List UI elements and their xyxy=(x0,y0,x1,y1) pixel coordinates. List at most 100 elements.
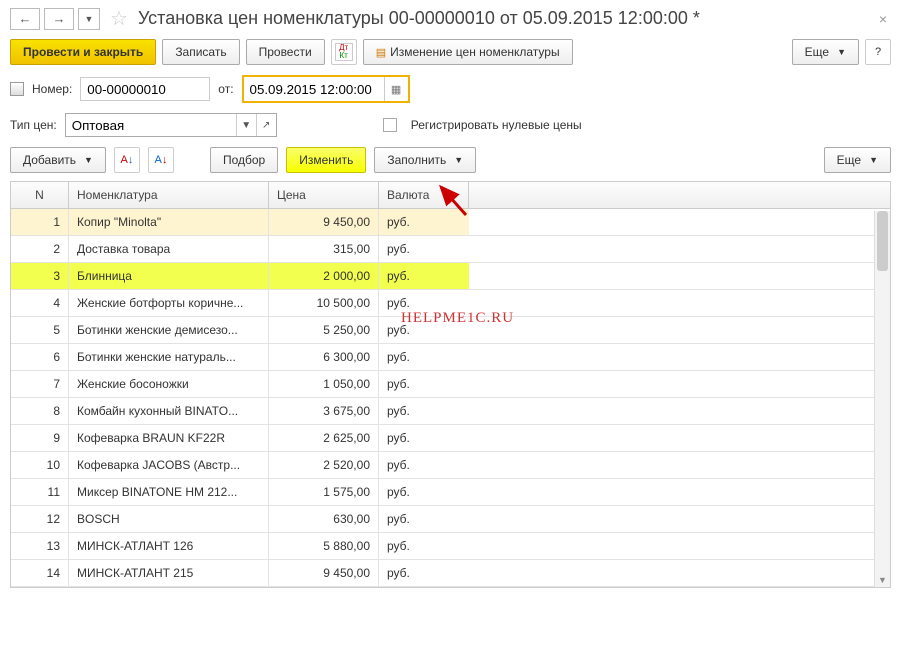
cell-price: 2 625,00 xyxy=(269,425,379,451)
table-row[interactable]: 9Кофеварка BRAUN KF22R2 625,00руб. xyxy=(11,425,890,452)
table-row[interactable]: 3Блинница2 000,00руб. xyxy=(11,263,890,290)
col-header-price[interactable]: Цена xyxy=(269,182,379,208)
cell-price: 9 450,00 xyxy=(269,209,379,235)
nav-dropdown-button[interactable]: ▼ xyxy=(78,8,100,30)
post-and-close-button[interactable]: Провести и закрыть xyxy=(10,39,156,65)
cell-price: 315,00 xyxy=(269,236,379,262)
cell-currency: руб. xyxy=(379,506,469,532)
cell-currency: руб. xyxy=(379,290,469,316)
cell-n: 1 xyxy=(11,209,69,235)
cell-currency: руб. xyxy=(379,479,469,505)
cell-price: 2 000,00 xyxy=(269,263,379,289)
cell-price: 10 500,00 xyxy=(269,290,379,316)
cell-currency: руб. xyxy=(379,317,469,343)
cell-nomenclature: Доставка товара xyxy=(69,236,269,262)
register-zero-checkbox[interactable] xyxy=(383,118,397,132)
cell-n: 4 xyxy=(11,290,69,316)
price-change-report-button[interactable]: ▤ Изменение цен номенклатуры xyxy=(363,39,573,65)
register-zero-label: Регистрировать нулевые цены xyxy=(411,118,582,132)
number-input[interactable] xyxy=(80,77,210,101)
sort-desc-button[interactable]: A↓ xyxy=(148,147,174,173)
select-button[interactable]: Подбор xyxy=(210,147,278,173)
number-label: Номер: xyxy=(32,82,72,96)
col-header-nomenclature[interactable]: Номенклатура xyxy=(69,182,269,208)
cell-currency: руб. xyxy=(379,209,469,235)
cell-nomenclature: МИНСК-АТЛАНТ 215 xyxy=(69,560,269,586)
table-row[interactable]: 13МИНСК-АТЛАНТ 1265 880,00руб. xyxy=(11,533,890,560)
cell-n: 11 xyxy=(11,479,69,505)
cell-currency: руб. xyxy=(379,560,469,586)
combo-open-button[interactable]: ↗ xyxy=(256,114,276,136)
date-picker-button[interactable]: ▦ xyxy=(384,77,408,101)
cell-n: 12 xyxy=(11,506,69,532)
table-row[interactable]: 10Кофеварка JACOBS (Австр...2 520,00руб. xyxy=(11,452,890,479)
debit-credit-button[interactable]: ДтКт xyxy=(331,39,357,65)
nav-back-button[interactable]: ← xyxy=(10,8,40,30)
vertical-scrollbar[interactable]: ▲ ▼ xyxy=(874,211,890,587)
table-row[interactable]: 8Комбайн кухонный BINATO...3 675,00руб. xyxy=(11,398,890,425)
cell-nomenclature: Блинница xyxy=(69,263,269,289)
chevron-down-icon: ▼ xyxy=(84,155,93,165)
cell-currency: руб. xyxy=(379,425,469,451)
nav-forward-button[interactable]: → xyxy=(44,8,74,30)
table-row[interactable]: 6Ботинки женские натураль...6 300,00руб. xyxy=(11,344,890,371)
change-button[interactable]: Изменить xyxy=(286,147,366,173)
more-button[interactable]: Еще▼ xyxy=(792,39,859,65)
cell-price: 1 050,00 xyxy=(269,371,379,397)
price-table: N Номенклатура Цена Валюта 1Копир "Minol… xyxy=(10,181,891,588)
cell-nomenclature: Ботинки женские натураль... xyxy=(69,344,269,370)
col-header-n[interactable]: N xyxy=(11,182,69,208)
cell-price: 630,00 xyxy=(269,506,379,532)
cell-nomenclature: Копир "Minolta" xyxy=(69,209,269,235)
close-button[interactable]: × xyxy=(875,11,891,27)
table-row[interactable]: 5Ботинки женские демисезо...5 250,00руб. xyxy=(11,317,890,344)
add-button[interactable]: Добавить▼ xyxy=(10,147,106,173)
cell-n: 8 xyxy=(11,398,69,424)
table-row[interactable]: 7Женские босоножки1 050,00руб. xyxy=(11,371,890,398)
cell-nomenclature: Женские босоножки xyxy=(69,371,269,397)
sort-asc-button[interactable]: A↓ xyxy=(114,147,140,173)
table-row[interactable]: 1Копир "Minolta"9 450,00руб. xyxy=(11,209,890,236)
chevron-down-icon: ▼ xyxy=(454,155,463,165)
cell-n: 6 xyxy=(11,344,69,370)
price-type-combo[interactable]: ▼ ↗ xyxy=(65,113,277,137)
cell-n: 10 xyxy=(11,452,69,478)
combo-dropdown-button[interactable]: ▼ xyxy=(236,114,256,136)
cell-currency: руб. xyxy=(379,371,469,397)
table-row[interactable]: 4Женские ботфорты коричне...10 500,00руб… xyxy=(11,290,890,317)
cell-n: 14 xyxy=(11,560,69,586)
cell-nomenclature: МИНСК-АТЛАНТ 126 xyxy=(69,533,269,559)
cell-price: 2 520,00 xyxy=(269,452,379,478)
col-header-currency[interactable]: Валюта xyxy=(379,182,469,208)
cell-n: 2 xyxy=(11,236,69,262)
cell-price: 5 250,00 xyxy=(269,317,379,343)
favorite-icon[interactable]: ☆ xyxy=(110,6,128,31)
post-button[interactable]: Провести xyxy=(246,39,325,65)
price-type-input[interactable] xyxy=(66,114,236,136)
cell-currency: руб. xyxy=(379,398,469,424)
chevron-down-icon: ▼ xyxy=(869,155,878,165)
cell-nomenclature: Кофеварка JACOBS (Австр... xyxy=(69,452,269,478)
chevron-down-icon: ▼ xyxy=(837,47,846,57)
save-button[interactable]: Записать xyxy=(162,39,239,65)
cell-price: 3 675,00 xyxy=(269,398,379,424)
price-type-label: Тип цен: xyxy=(10,118,57,132)
help-button[interactable]: ? xyxy=(865,39,891,65)
document-lines-icon: ▤ xyxy=(376,46,386,59)
table-more-button[interactable]: Еще▼ xyxy=(824,147,891,173)
table-row[interactable]: 14МИНСК-АТЛАНТ 2159 450,00руб. xyxy=(11,560,890,587)
date-input[interactable] xyxy=(244,77,384,101)
cell-currency: руб. xyxy=(379,344,469,370)
cell-nomenclature: BOSCH xyxy=(69,506,269,532)
fill-button[interactable]: Заполнить▼ xyxy=(374,147,476,173)
cell-price: 5 880,00 xyxy=(269,533,379,559)
calendar-icon xyxy=(10,82,24,96)
table-row[interactable]: 2Доставка товара315,00руб. xyxy=(11,236,890,263)
cell-currency: руб. xyxy=(379,452,469,478)
table-row[interactable]: 12BOSCH630,00руб. xyxy=(11,506,890,533)
scroll-down-icon[interactable]: ▼ xyxy=(875,573,890,587)
scroll-thumb[interactable] xyxy=(877,211,888,271)
cell-price: 1 575,00 xyxy=(269,479,379,505)
table-row[interactable]: 11Миксер BINATONE HM 212...1 575,00руб. xyxy=(11,479,890,506)
cell-price: 6 300,00 xyxy=(269,344,379,370)
